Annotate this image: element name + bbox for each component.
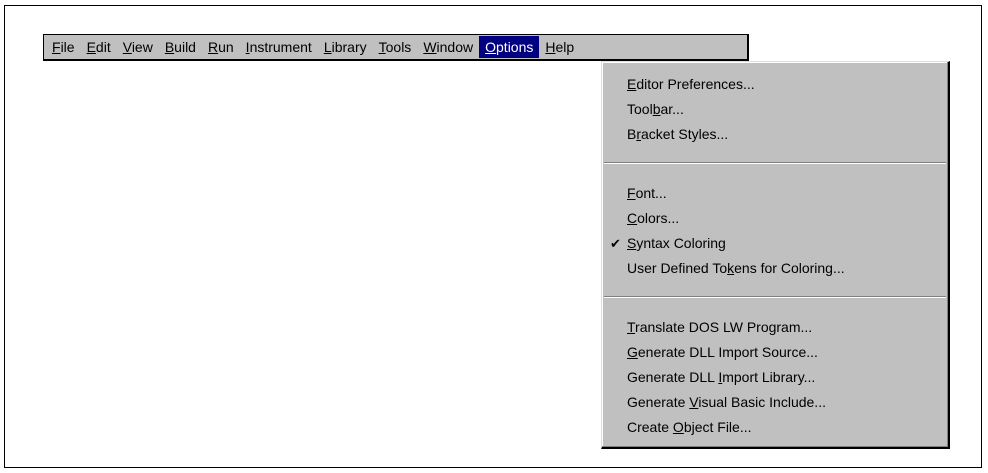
menu-item-editor-preferences[interactable]: Editor Preferences... [602,72,948,97]
item-label-pre: Tool [627,101,653,117]
menu-separator [604,296,946,298]
menu-label-post: dit [95,39,111,55]
menu-item-colors[interactable]: Colors... [602,206,948,231]
menu-mnemonic: L [323,39,332,55]
menu-item-syntax-coloring[interactable]: ✔ Syntax Coloring [602,231,948,256]
item-label-post: ens for Coloring... [734,260,845,276]
menu-item-create-object-file[interactable]: Create Object File... [602,415,948,440]
item-label-post: yntax Coloring [636,235,726,251]
menu-label-post: nstrument [249,39,312,55]
menu-label-post: ile [60,39,75,55]
menu-library[interactable]: Library [318,36,373,58]
item-label-pre: Generate [627,394,690,410]
menu-mnemonic: T [378,39,386,55]
item-mnemonic: C [627,210,638,226]
item-label-post: ranslate DOS LW Program... [635,319,813,335]
item-label-post: mport Library... [722,369,816,385]
menu-file[interactable]: File [46,36,81,58]
menu-label-post: ools [385,39,412,55]
item-mnemonic: O [672,419,684,435]
menu-bar: File Edit View Build Run Instrument Libr… [43,34,749,61]
menu-help[interactable]: Help [539,36,580,58]
menu-item-bracket-styles[interactable]: Bracket Styles... [602,122,948,147]
menu-label-post: ibrary [331,39,367,55]
item-label-pre: B [627,126,637,142]
menu-item-generate-visual-basic-include[interactable]: Generate Visual Basic Include... [602,390,948,415]
item-mnemonic: E [627,76,637,92]
menu-view[interactable]: View [117,36,159,58]
checkmark-icon: ✔ [610,236,621,251]
item-label-post: olors... [637,210,680,226]
item-label-post: ditor Preferences... [636,76,755,92]
menu-run[interactable]: Run [202,36,240,58]
item-label-pre: Create [627,419,673,435]
menu-mnemonic: V [122,39,132,55]
menu-item-generate-dll-import-source[interactable]: Generate DLL Import Source... [602,340,948,365]
menu-options[interactable]: Options [479,36,540,58]
item-mnemonic: S [627,235,637,251]
menu-mnemonic: W [423,39,437,55]
item-label-post: bject File... [683,419,752,435]
item-label-post: ont... [635,185,667,201]
menu-tools[interactable]: Tools [373,36,418,58]
menu-build[interactable]: Build [159,36,202,58]
menu-mnemonic: F [52,39,61,55]
item-label-post: ar... [660,101,684,117]
menu-instrument[interactable]: Instrument [240,36,318,58]
item-label-pre: Generate DLL [627,369,719,385]
menu-window[interactable]: Window [417,36,479,58]
menu-label-post: uild [174,39,196,55]
menu-item-user-defined-tokens[interactable]: User Defined Tokens for Coloring... [602,256,948,281]
menu-mnemonic: E [86,39,96,55]
menu-label-post: un [218,39,234,55]
menu-mnemonic: R [207,39,219,55]
menu-separator [604,162,946,164]
menu-item-translate-dos-program[interactable]: Translate DOS LW Program... [602,315,948,340]
menu-label-post: iew [131,39,153,55]
item-label-pre: User Defined To [627,260,728,276]
menu-edit[interactable]: Edit [81,36,117,58]
menu-item-font[interactable]: Font... [602,181,948,206]
menu-label-post: ptions [496,39,534,55]
options-dropdown-menu: Editor Preferences... Toolbar... Bracket… [601,61,950,449]
menu-item-generate-dll-import-library[interactable]: Generate DLL Import Library... [602,365,948,390]
menu-mnemonic: O [485,39,497,55]
item-mnemonic: F [627,185,636,201]
item-label-post: acket Styles... [641,126,729,142]
menu-label-post: elp [555,39,575,55]
item-mnemonic: V [689,394,699,410]
item-label-post: isual Basic Include... [698,394,826,410]
menu-item-toolbar[interactable]: Toolbar... [602,97,948,122]
item-mnemonic: T [627,319,636,335]
menu-label-post: indow [436,39,474,55]
item-mnemonic: G [627,344,638,360]
menu-mnemonic: B [164,39,175,55]
menu-mnemonic: H [545,39,556,55]
item-label-post: enerate DLL Import Source... [637,344,818,360]
